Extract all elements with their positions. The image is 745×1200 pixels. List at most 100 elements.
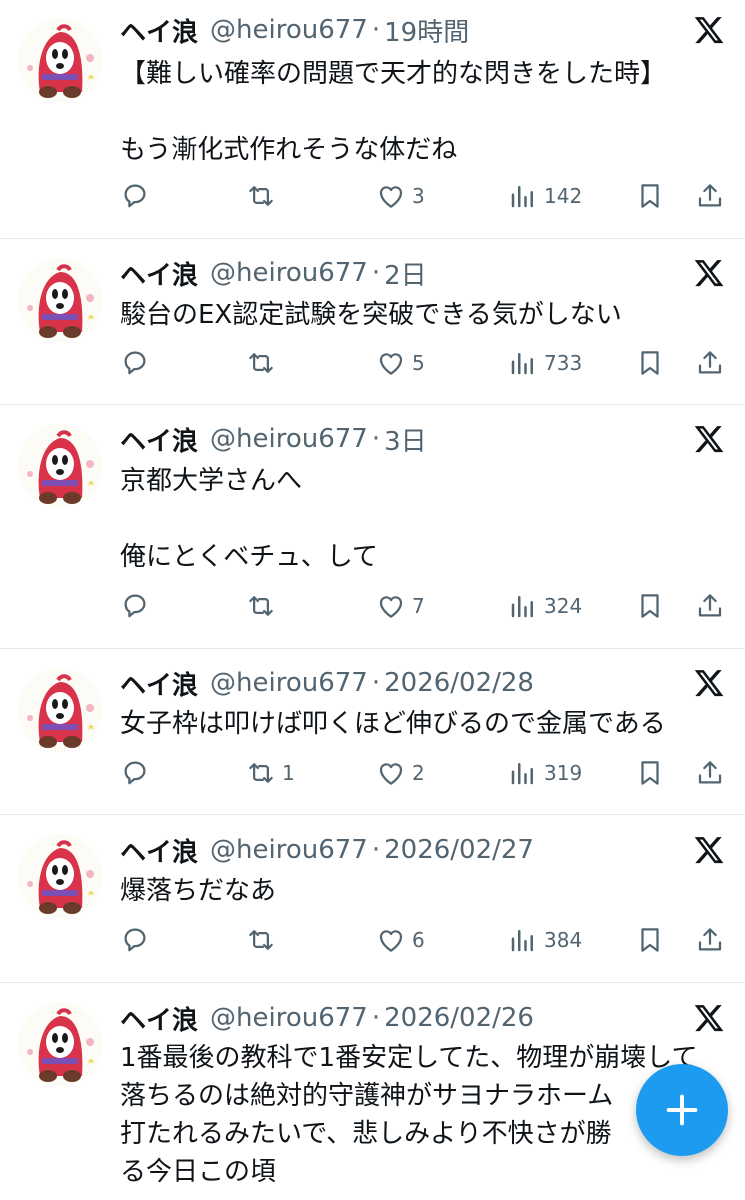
author-name[interactable]: ヘイ浪 (120, 1000, 198, 1037)
like-button[interactable]: 5 (376, 345, 425, 381)
share-button[interactable] (695, 345, 725, 381)
tweet-header: ヘイ浪 @heirou677 · 19時間 (120, 12, 469, 48)
timestamp[interactable]: 19時間 (384, 12, 469, 49)
author-handle[interactable]: @heirou677 (210, 835, 368, 865)
tweet[interactable]: ヘイ浪 @heirou677 · 2026/02/26 1番最後の教科で1番安定… (0, 982, 745, 1200)
tweet-actions: 6 384 (120, 922, 730, 958)
separator-dot: · (371, 15, 381, 45)
like-button[interactable]: 7 (376, 588, 425, 624)
compose-button[interactable] (636, 1064, 728, 1156)
retweet-icon (249, 186, 273, 206)
like-count: 2 (412, 761, 425, 785)
share-button[interactable] (695, 178, 725, 214)
retweet-button[interactable]: 1 (246, 755, 295, 791)
share-button[interactable] (695, 588, 725, 624)
author-name[interactable]: ヘイ浪 (120, 665, 198, 702)
author-handle[interactable]: @heirou677 (210, 1003, 368, 1033)
retweet-button[interactable] (246, 345, 282, 381)
timestamp[interactable]: 2026/02/27 (384, 835, 534, 865)
share-icon (698, 928, 722, 951)
tweet[interactable]: ヘイ浪 @heirou677 · 19時間 【難しい確率の問題で天才的な閃きをし… (0, 0, 745, 238)
x-logo-icon[interactable] (693, 1002, 725, 1034)
views-button[interactable]: 324 (508, 588, 582, 624)
separator-dot: · (371, 668, 381, 698)
retweet-button[interactable] (246, 178, 282, 214)
bookmark-button[interactable] (635, 345, 665, 381)
tweet[interactable]: ヘイ浪 @heirou677 · 2026/02/28 女子枠は叩けば叩くほど伸… (0, 648, 745, 814)
share-icon (698, 351, 722, 374)
author-name[interactable]: ヘイ浪 (120, 421, 198, 458)
avatar[interactable] (18, 258, 102, 342)
avatar[interactable] (18, 424, 102, 508)
like-button[interactable]: 6 (376, 922, 425, 958)
views-count: 384 (544, 928, 583, 952)
retweet-icon (249, 930, 273, 950)
heart-icon (379, 186, 403, 208)
author-name[interactable]: ヘイ浪 (120, 832, 198, 869)
separator-dot: · (371, 1003, 381, 1033)
like-count: 3 (412, 184, 425, 208)
bookmark-button[interactable] (635, 588, 665, 624)
retweet-button[interactable] (246, 922, 282, 958)
author-handle[interactable]: @heirou677 (210, 668, 368, 698)
share-icon (698, 594, 722, 617)
author-name[interactable]: ヘイ浪 (120, 12, 198, 49)
views-icon (511, 186, 533, 208)
tweet-header: ヘイ浪 @heirou677 · 2026/02/27 (120, 832, 534, 868)
author-handle[interactable]: @heirou677 (210, 424, 368, 454)
bookmark-icon (641, 184, 659, 208)
timestamp[interactable]: 2日 (384, 255, 427, 292)
x-logo-icon[interactable] (693, 423, 725, 455)
views-button[interactable]: 384 (508, 922, 582, 958)
avatar[interactable] (18, 834, 102, 918)
like-count: 7 (412, 594, 425, 618)
x-logo-icon[interactable] (693, 834, 725, 866)
x-logo-icon[interactable] (693, 14, 725, 46)
bookmark-button[interactable] (635, 922, 665, 958)
tweet-text: 駿台のEX認定試験を突破できる気がしない (120, 300, 622, 330)
tweet-text: 爆落ちだなあ (120, 876, 277, 906)
x-logo-icon[interactable] (693, 667, 725, 699)
tweet-header: ヘイ浪 @heirou677 · 2026/02/26 (120, 1000, 534, 1036)
tweet-header: ヘイ浪 @heirou677 · 2日 (120, 255, 427, 291)
views-button[interactable]: 142 (508, 178, 582, 214)
views-count: 319 (544, 761, 583, 785)
avatar[interactable] (18, 1002, 102, 1086)
avatar[interactable] (18, 18, 102, 102)
timestamp[interactable]: 2026/02/28 (384, 668, 534, 698)
tweet[interactable]: ヘイ浪 @heirou677 · 2日 駿台のEX認定試験を突破できる気がしない… (0, 238, 745, 404)
bookmark-icon (641, 928, 659, 952)
author-handle[interactable]: @heirou677 (210, 258, 368, 288)
views-button[interactable]: 733 (508, 345, 582, 381)
avatar[interactable] (18, 668, 102, 752)
tweet-text: 1番最後の教科で1番安定してた、物理が崩壊して 落ちるのは絶対的守護神がサヨナラ… (120, 1043, 698, 1187)
share-button[interactable] (695, 755, 725, 791)
tweet-header: ヘイ浪 @heirou677 · 2026/02/28 (120, 665, 534, 701)
bookmark-button[interactable] (635, 755, 665, 791)
tweet[interactable]: ヘイ浪 @heirou677 · 3日 京都大学さんへ 俺にとくベチュ、して 7… (0, 404, 745, 648)
heart-icon (379, 930, 403, 952)
x-logo-icon[interactable] (693, 257, 725, 289)
tweet-actions: 5 733 (120, 345, 730, 381)
retweet-icon (249, 763, 273, 783)
author-name[interactable]: ヘイ浪 (120, 255, 198, 292)
reply-button[interactable] (120, 755, 156, 791)
share-button[interactable] (695, 922, 725, 958)
reply-button[interactable] (120, 922, 156, 958)
reply-button[interactable] (120, 178, 156, 214)
timestamp[interactable]: 3日 (384, 421, 427, 458)
bookmark-button[interactable] (635, 178, 665, 214)
tweet-text: 【難しい確率の問題で天才的な閃きをした時】 もう漸化式作れそうな体だね (120, 59, 667, 165)
reply-icon (124, 351, 146, 375)
retweet-button[interactable] (246, 588, 282, 624)
reply-button[interactable] (120, 588, 156, 624)
like-button[interactable]: 3 (376, 178, 425, 214)
reply-button[interactable] (120, 345, 156, 381)
like-button[interactable]: 2 (376, 755, 425, 791)
tweet[interactable]: ヘイ浪 @heirou677 · 2026/02/27 爆落ちだなあ 6 384 (0, 814, 745, 982)
views-button[interactable]: 319 (508, 755, 582, 791)
timestamp[interactable]: 2026/02/26 (384, 1003, 534, 1033)
author-handle[interactable]: @heirou677 (210, 15, 368, 45)
views-icon (511, 596, 533, 618)
heart-icon (379, 596, 403, 618)
